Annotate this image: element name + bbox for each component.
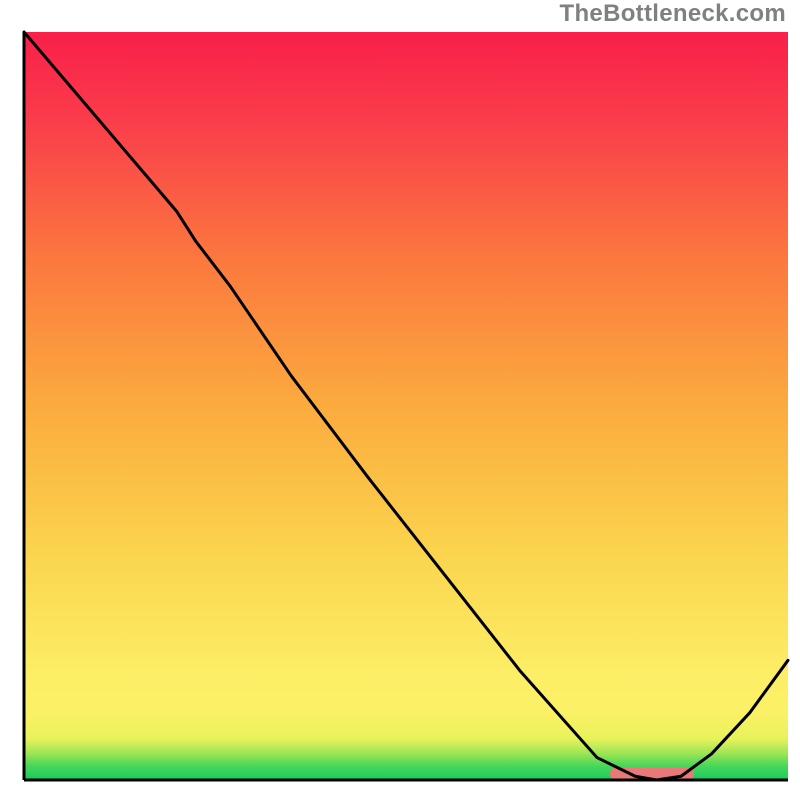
chart-container: TheBottleneck.com — [0, 0, 800, 800]
plot-background — [24, 32, 788, 780]
bottleneck-chart — [0, 0, 800, 800]
